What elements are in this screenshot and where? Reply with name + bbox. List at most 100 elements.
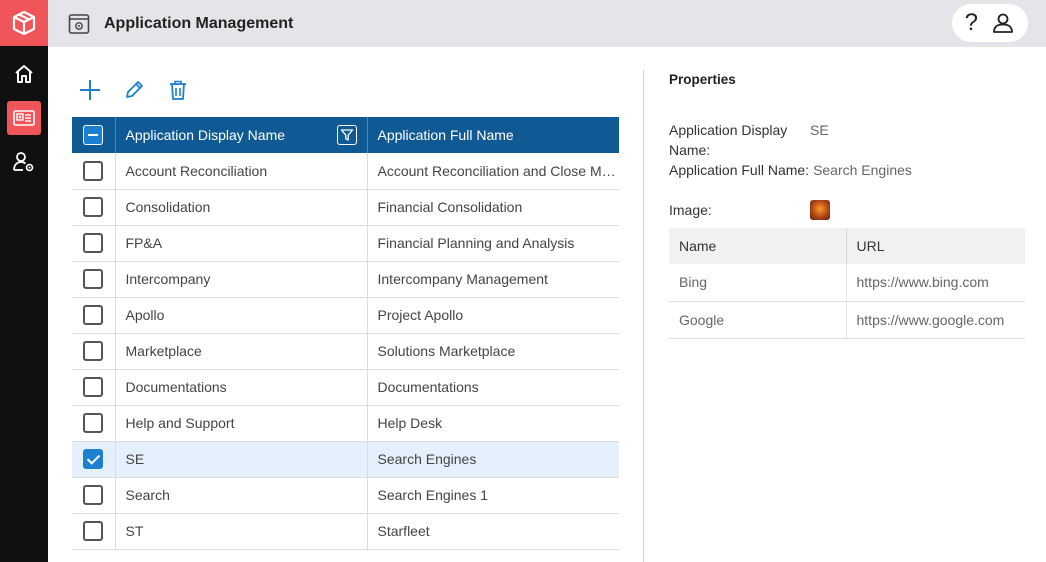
url-table: Name URL Bing https://www.bing.com Google h… — [669, 228, 1025, 339]
cell-full-name: Financial Planning and Analysis — [367, 225, 619, 262]
add-button[interactable] — [78, 78, 102, 102]
table-row[interactable]: Consolidation Financial Consolidation — [72, 189, 619, 226]
left-nav — [0, 0, 48, 562]
row-checkbox-cell — [72, 297, 116, 334]
url-cell-url[interactable]: https://www.google.com — [846, 301, 1025, 339]
image-row: Image: — [669, 200, 830, 220]
row-checkbox-cell — [72, 333, 116, 370]
delete-button[interactable] — [166, 78, 190, 102]
cell-full-name: Account Reconciliation and Close Ma... — [367, 153, 619, 190]
cube-logo-icon — [12, 10, 36, 36]
row-checkbox-cell — [72, 513, 116, 550]
table-row[interactable]: Help and Support Help Desk — [72, 405, 619, 442]
row-checkbox[interactable] — [83, 377, 104, 397]
nav-home[interactable] — [0, 54, 48, 94]
cell-full-name: Search Engines — [367, 441, 619, 478]
application-card-icon — [13, 110, 35, 126]
cell-display-name: Search — [115, 477, 368, 514]
table-row[interactable]: Marketplace Solutions Marketplace — [72, 333, 619, 370]
table-row[interactable]: Intercompany Intercompany Management — [72, 261, 619, 298]
url-cell-name: Google — [669, 301, 847, 339]
select-all-checkbox[interactable] — [83, 125, 104, 145]
url-cell-name: Bing — [669, 264, 847, 302]
app-logo[interactable] — [0, 0, 48, 46]
plus-icon — [80, 80, 100, 100]
table-row[interactable]: Apollo Project Apollo — [72, 297, 619, 334]
application-image-thumbnail — [810, 200, 830, 220]
cell-full-name: Financial Consolidation — [367, 189, 619, 226]
row-checkbox[interactable] — [83, 521, 104, 541]
grid-toolbar — [78, 78, 190, 102]
pencil-icon — [126, 81, 143, 98]
url-column-header-url: URL — [846, 228, 1025, 264]
page-title: Application Management — [104, 14, 294, 32]
column-header-label: Application Full Name — [377, 127, 514, 143]
row-checkbox[interactable] — [83, 233, 104, 253]
row-checkbox-cell — [72, 405, 116, 442]
table-row[interactable]: Account Reconciliation Account Reconcilia… — [72, 153, 619, 190]
display-name-value: SE — [810, 122, 829, 138]
nav-user-settings[interactable] — [0, 142, 48, 182]
row-checkbox-cell — [72, 441, 116, 478]
edit-button[interactable] — [122, 78, 146, 102]
help-icon[interactable]: ? — [965, 9, 978, 37]
table-row[interactable]: FP&A Financial Planning and Analysis — [72, 225, 619, 262]
panel-divider — [643, 70, 644, 562]
cell-display-name: FP&A — [115, 225, 368, 262]
image-label: Image: — [669, 202, 712, 218]
user-profile-icon[interactable] — [991, 11, 1015, 35]
column-header-display-name[interactable]: Application Display Name — [115, 117, 368, 153]
display-name-row: Application Display Name: SE — [669, 120, 829, 160]
table-row[interactable]: Documentations Documentations — [72, 369, 619, 406]
application-window-icon — [67, 12, 91, 36]
cell-full-name: Solutions Marketplace — [367, 333, 619, 370]
table-row[interactable]: SE Search Engines — [72, 441, 619, 478]
filter-button[interactable] — [336, 125, 357, 145]
filter-icon — [340, 129, 353, 141]
cell-display-name: ST — [115, 513, 368, 550]
nav-application-management[interactable] — [0, 98, 48, 138]
top-header: Application Management ? — [48, 0, 1046, 47]
url-table-row[interactable]: Google https://www.google.com — [669, 301, 1025, 339]
cell-display-name: Intercompany — [115, 261, 368, 298]
table-row[interactable]: Search Search Engines 1 — [72, 477, 619, 514]
row-checkbox[interactable] — [83, 160, 104, 181]
row-checkbox[interactable] — [83, 413, 104, 433]
row-checkbox-cell — [72, 153, 116, 190]
full-name-label: Application Full Name: — [669, 162, 810, 178]
cell-display-name: Account Reconciliation — [115, 153, 368, 190]
properties-title: Properties — [669, 72, 736, 87]
cell-full-name: Starfleet — [367, 513, 619, 550]
url-table-header-row: Name URL — [669, 228, 1025, 264]
row-checkbox-cell — [72, 189, 116, 226]
cell-full-name: Search Engines 1 — [367, 477, 619, 514]
cell-display-name: Apollo — [115, 297, 368, 334]
row-checkbox-cell — [72, 477, 116, 514]
row-checkbox[interactable] — [83, 341, 104, 361]
row-checkbox[interactable] — [83, 485, 104, 505]
display-name-label: Application Display Name: — [669, 122, 788, 158]
user-gear-icon — [13, 152, 34, 172]
row-checkbox[interactable] — [83, 197, 104, 217]
url-table-row[interactable]: Bing https://www.bing.com — [669, 264, 1025, 302]
column-header-full-name[interactable]: Application Full Name — [367, 117, 619, 153]
cell-display-name: Consolidation — [115, 189, 368, 226]
applications-grid: Application Display Name Application Ful… — [72, 117, 619, 550]
home-icon — [15, 65, 33, 83]
row-checkbox-cell — [72, 225, 116, 262]
cell-full-name: Documentations — [367, 369, 619, 406]
url-column-header-name: Name — [669, 228, 847, 264]
select-all-cell — [72, 117, 116, 153]
grid-header-row: Application Display Name Application Ful… — [72, 117, 619, 153]
cell-full-name: Intercompany Management — [367, 261, 619, 298]
full-name-row: Application Full Name: Search Engines — [669, 162, 912, 178]
row-checkbox[interactable] — [83, 305, 104, 325]
row-checkbox[interactable] — [83, 449, 104, 469]
full-name-value: Search Engines — [813, 162, 912, 178]
row-checkbox-cell — [72, 369, 116, 406]
cell-display-name: Help and Support — [115, 405, 368, 442]
url-cell-url[interactable]: https://www.bing.com — [846, 264, 1025, 302]
cell-full-name: Help Desk — [367, 405, 619, 442]
table-row[interactable]: ST Starfleet — [72, 513, 619, 550]
row-checkbox[interactable] — [83, 269, 104, 289]
